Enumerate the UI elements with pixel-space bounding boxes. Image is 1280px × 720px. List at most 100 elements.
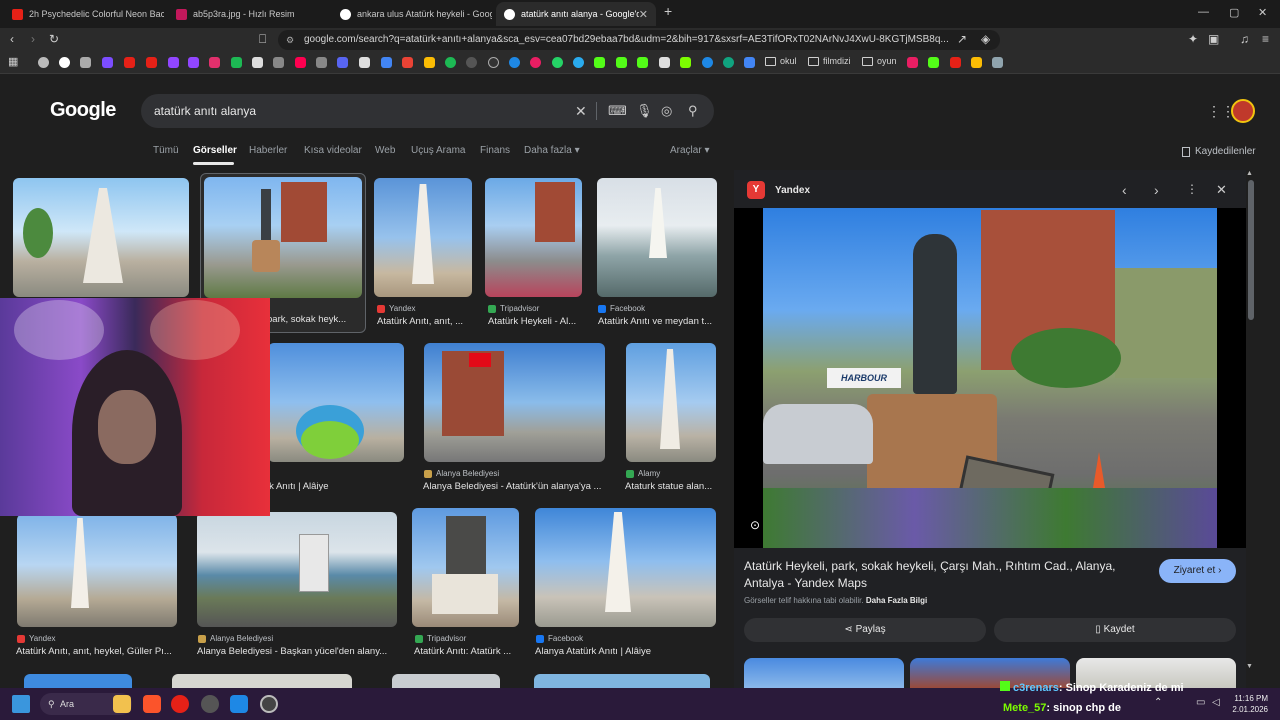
panel-source[interactable]: Yandex bbox=[775, 185, 810, 196]
media-player-icon[interactable] bbox=[171, 695, 189, 713]
tab-image[interactable]: ab5p3ra.jpg - Hızlı Resim bbox=[168, 2, 330, 26]
tiktok-bookmark-icon[interactable] bbox=[295, 57, 306, 68]
youtube-bookmark-icon[interactable] bbox=[124, 57, 135, 68]
tab-finance[interactable]: Finans bbox=[480, 145, 510, 156]
gmail-bookmark-icon[interactable] bbox=[402, 57, 413, 68]
close-tab-icon[interactable]: ✕ bbox=[639, 8, 648, 21]
clock[interactable]: 11:16 PM 2.01.2026 bbox=[1232, 693, 1268, 715]
bookmark-icon[interactable] bbox=[530, 57, 541, 68]
reload-icon[interactable]: ↻ bbox=[49, 32, 59, 46]
photos-icon[interactable] bbox=[230, 695, 248, 713]
bookmark-icon[interactable] bbox=[80, 57, 91, 68]
windows-start-icon[interactable] bbox=[12, 695, 30, 713]
image-result-13[interactable] bbox=[172, 674, 352, 688]
image-result-5[interactable] bbox=[268, 343, 404, 462]
bookmark-icon[interactable] bbox=[231, 57, 242, 68]
tab-all[interactable]: Tümü bbox=[153, 145, 179, 156]
x-bookmark-icon[interactable] bbox=[252, 57, 263, 68]
saved-button[interactable]: Kaydedilenler bbox=[1182, 146, 1256, 157]
image-result-12[interactable] bbox=[24, 674, 132, 688]
avatar[interactable] bbox=[1231, 99, 1255, 123]
close-window-icon[interactable]: ✕ bbox=[1258, 6, 1267, 19]
apps-grid-icon[interactable]: ▦ bbox=[8, 55, 18, 68]
lens-search-icon[interactable]: ⊙ bbox=[750, 518, 760, 532]
discord-bookmark-icon[interactable] bbox=[337, 57, 348, 68]
image-result-2[interactable] bbox=[374, 178, 472, 297]
maximize-icon[interactable]: ▢ bbox=[1229, 6, 1239, 19]
bookmark-icon[interactable] bbox=[744, 57, 755, 68]
next-image-icon[interactable]: › bbox=[1154, 182, 1159, 198]
share-button[interactable]: ⋖ Paylaş bbox=[744, 618, 986, 642]
clear-search-icon[interactable]: ✕ bbox=[575, 103, 587, 120]
back-icon[interactable]: ‹ bbox=[10, 32, 14, 46]
obs-icon[interactable] bbox=[260, 695, 278, 713]
network-icon[interactable]: ▭ bbox=[1196, 697, 1205, 708]
bookmark-icon[interactable] bbox=[381, 57, 392, 68]
tab-news[interactable]: Haberler bbox=[249, 145, 287, 156]
image-result-8[interactable] bbox=[17, 514, 177, 627]
whatsapp-bookmark-icon[interactable] bbox=[552, 57, 563, 68]
chatgpt-bookmark-icon[interactable] bbox=[723, 57, 734, 68]
telegram-bookmark-icon[interactable] bbox=[573, 57, 584, 68]
bookmark-icon[interactable] bbox=[316, 57, 327, 68]
tab-short-videos[interactable]: Kısa videolar bbox=[304, 145, 362, 156]
google-bookmark-icon[interactable] bbox=[59, 57, 70, 68]
bookmark-icon[interactable] bbox=[992, 57, 1003, 68]
new-tab-icon[interactable]: + bbox=[664, 3, 672, 19]
related-image-1[interactable] bbox=[744, 658, 904, 688]
github-bookmark-icon[interactable] bbox=[488, 57, 499, 68]
search-box[interactable]: atatürk anıtı alanya ✕ ⌨ 🎙 ◎ ⚲ bbox=[141, 94, 714, 128]
image-result-4[interactable] bbox=[597, 178, 717, 297]
twitch-bookmark-icon[interactable] bbox=[188, 57, 199, 68]
tools-button[interactable]: Araçlar ▾ bbox=[670, 145, 710, 156]
bookmark-folder-filmdizi[interactable]: filmdizi bbox=[808, 56, 851, 66]
save-button[interactable]: ▯ Kaydet bbox=[994, 618, 1236, 642]
tab-youtube[interactable]: 2h Psychedelic Colorful Neon Backgr bbox=[4, 2, 164, 26]
twitch-bookmark-icon[interactable] bbox=[168, 57, 179, 68]
brave-browser-icon[interactable] bbox=[143, 695, 161, 713]
file-explorer-icon[interactable] bbox=[113, 695, 131, 713]
camera-search-icon[interactable]: ◎ bbox=[661, 103, 672, 119]
site-info-icon[interactable]: ⚙ bbox=[286, 30, 294, 50]
bookmark-icon[interactable] bbox=[702, 57, 713, 68]
tab-google-ankara[interactable]: ankara ulus Atatürk heykeli - Google bbox=[332, 2, 492, 26]
youtube-bookmark-icon[interactable] bbox=[950, 57, 961, 68]
more-options-icon[interactable]: ⋮ bbox=[1186, 182, 1198, 196]
scroll-down-icon[interactable]: ▼ bbox=[1246, 663, 1253, 670]
instagram-bookmark-icon[interactable] bbox=[209, 57, 220, 68]
image-result-10[interactable] bbox=[412, 508, 519, 627]
previous-image-icon[interactable]: ‹ bbox=[1122, 182, 1127, 198]
minimize-icon[interactable]: — bbox=[1198, 6, 1209, 18]
menu-icon[interactable]: ≡ bbox=[1262, 32, 1269, 46]
image-result-3[interactable] bbox=[485, 178, 582, 297]
bookmark-folder-okul[interactable]: okul bbox=[765, 56, 797, 66]
bookmark-icon[interactable] bbox=[659, 57, 670, 68]
brave-shield-icon[interactable]: ◈ bbox=[981, 32, 990, 46]
microphone-icon[interactable]: 🎙 bbox=[636, 103, 653, 119]
tab-web[interactable]: Web bbox=[375, 145, 395, 156]
spotify-bookmark-icon[interactable] bbox=[445, 57, 456, 68]
keyboard-icon[interactable]: ⌨ bbox=[608, 103, 627, 119]
kick-bookmark-icon[interactable] bbox=[637, 57, 648, 68]
kick-bookmark-icon[interactable] bbox=[928, 57, 939, 68]
bookmark-icon[interactable] bbox=[466, 57, 477, 68]
bookmark-icon[interactable] bbox=[971, 57, 982, 68]
scroll-up-icon[interactable]: ▲ bbox=[1246, 170, 1253, 177]
panel-scrollbar[interactable] bbox=[1248, 180, 1254, 320]
close-panel-icon[interactable]: ✕ bbox=[1216, 182, 1227, 198]
volume-icon[interactable]: ◁ bbox=[1212, 697, 1220, 708]
image-result-1[interactable] bbox=[13, 178, 189, 297]
image-result-14[interactable] bbox=[392, 674, 500, 688]
visit-button[interactable]: Ziyaret et › bbox=[1159, 559, 1236, 583]
bookmark-icon[interactable] bbox=[102, 57, 113, 68]
forward-icon[interactable]: › bbox=[31, 32, 35, 46]
tab-google-alanya[interactable]: atatürk anıtı alanya - Google'da Ara ✕ bbox=[496, 2, 656, 26]
extensions-icon[interactable]: ✦ bbox=[1188, 32, 1198, 46]
more-info-link[interactable]: Daha Fazla Bilgi bbox=[866, 596, 927, 605]
address-bar[interactable]: ⚙ google.com/search?q=atatürk+anıtı+alan… bbox=[278, 30, 1000, 50]
image-result-9[interactable] bbox=[197, 512, 397, 627]
bookmark-icon[interactable] bbox=[273, 57, 284, 68]
sidebar-icon[interactable]: ▣ bbox=[1208, 32, 1219, 46]
bookmark-icon[interactable] bbox=[359, 57, 370, 68]
image-result-7[interactable] bbox=[626, 343, 716, 462]
